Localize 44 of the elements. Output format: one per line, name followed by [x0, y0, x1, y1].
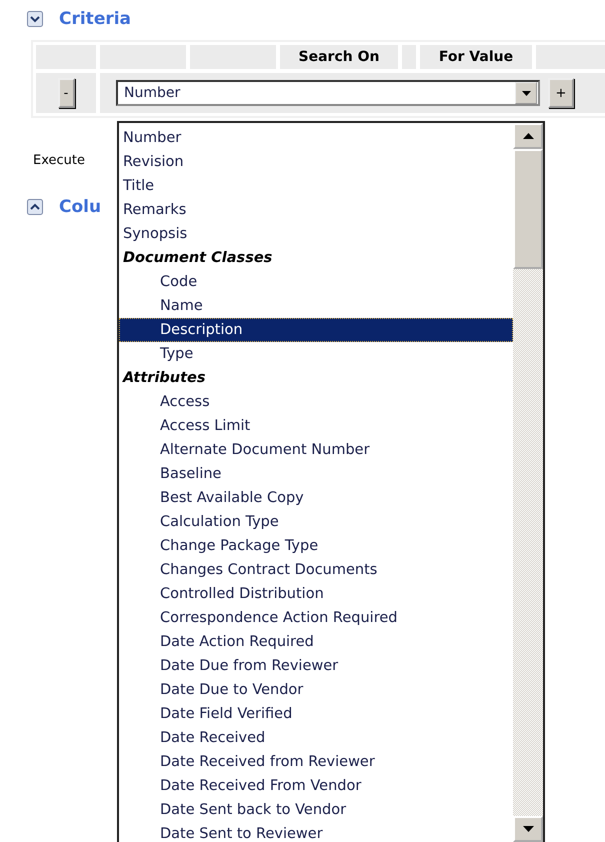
scroll-up-icon[interactable]	[513, 123, 543, 149]
dropdown-option[interactable]: Revision	[119, 150, 513, 174]
scrollbar[interactable]	[513, 123, 543, 842]
dropdown-option[interactable]: Remarks	[119, 198, 513, 222]
option-group-label: Document Classes	[122, 249, 274, 268]
section-title: Criteria	[59, 9, 132, 29]
dropdown-option[interactable]: Date Sent back to Vendor	[119, 798, 513, 822]
dropdown-option[interactable]: Baseline	[119, 462, 513, 486]
remove-button[interactable]: -	[58, 78, 74, 108]
scroll-down-icon[interactable]	[513, 816, 543, 842]
option-group-label: Attributes	[121, 369, 207, 388]
dropdown-option[interactable]: Calculation Type	[119, 510, 513, 534]
dropdown-option[interactable]: Synopsis	[119, 222, 513, 246]
collapse-toggle-icon[interactable]	[27, 11, 43, 27]
add-button[interactable]: +	[548, 78, 574, 108]
dropdown-option[interactable]: Changes Contract Documents	[119, 558, 513, 582]
search-on-select[interactable]: Number	[116, 80, 540, 106]
dropdown-option[interactable]: Correspondence Action Required	[119, 606, 513, 630]
dropdown-option[interactable]: Title	[119, 174, 513, 198]
dropdown-option[interactable]: Access	[119, 390, 513, 414]
dropdown-option[interactable]: Number	[119, 126, 513, 150]
dropdown-option[interactable]: Best Available Copy	[119, 486, 513, 510]
dropdown-option[interactable]: Date Due from Reviewer	[119, 654, 513, 678]
dropdown-option[interactable]: Change Package Type	[119, 534, 513, 558]
dropdown-option[interactable]: Date Field Verified	[119, 702, 513, 726]
table-header-cell: For Value	[420, 45, 532, 69]
dropdown-option[interactable]: Type	[119, 342, 513, 366]
section-title: Colu	[59, 197, 102, 217]
scroll-thumb[interactable]	[513, 149, 543, 269]
dropdown-option[interactable]: Date Received from Reviewer	[119, 750, 513, 774]
dropdown-option[interactable]: Alternate Document Number	[119, 438, 513, 462]
dropdown-option[interactable]: Access Limit	[119, 414, 513, 438]
dropdown-option[interactable]: Date Due to Vendor	[119, 678, 513, 702]
dropdown-option[interactable]: Controlled Distribution	[119, 582, 513, 606]
dropdown-option[interactable]: Date Action Required	[119, 630, 513, 654]
table-header-cell: Search On	[280, 45, 398, 69]
dropdown-option[interactable]: Description	[119, 318, 513, 342]
execute-label: Execute	[33, 153, 85, 168]
expand-toggle-icon[interactable]	[27, 199, 43, 215]
dropdown-option[interactable]: Name	[119, 294, 513, 318]
dropdown-option[interactable]: Date Sent to Reviewer	[119, 822, 513, 842]
dropdown-option[interactable]: Date Received From Vendor	[119, 774, 513, 798]
dropdown-option[interactable]: Date Received	[119, 726, 513, 750]
dropdown-option[interactable]: Code	[119, 270, 513, 294]
